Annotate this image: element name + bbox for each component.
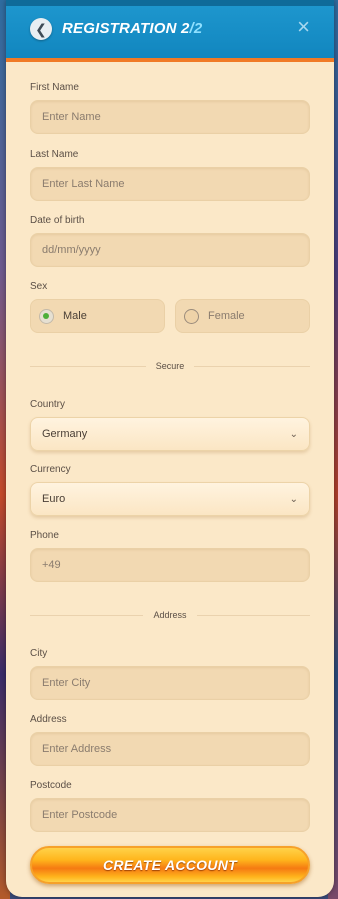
divider-line: [194, 365, 310, 367]
female-label: Female: [208, 310, 245, 322]
first-name-input[interactable]: Enter Name: [30, 100, 310, 134]
sex-label: Sex: [30, 281, 48, 292]
create-account-button[interactable]: CREATE ACCOUNT: [30, 846, 310, 884]
chevron-down-icon: ⌄: [289, 493, 298, 505]
registration-form: First Name Enter Name Last Name Enter La…: [6, 82, 334, 884]
radio-checked-icon[interactable]: [39, 308, 54, 324]
country-value: Germany: [42, 428, 88, 440]
title-step: /2: [189, 20, 203, 37]
secure-divider: Secure: [30, 361, 310, 371]
sex-option-male[interactable]: Male: [30, 299, 165, 333]
address-divider-label: Address: [153, 610, 187, 620]
country-select[interactable]: Germany ⌄: [30, 417, 310, 451]
registration-modal: ❮ REGISTRATION 2/2 × First Name Enter Na…: [6, 0, 334, 897]
postcode-input[interactable]: Enter Postcode: [30, 798, 310, 832]
modal-title: REGISTRATION 2/2: [62, 20, 202, 37]
phone-input[interactable]: +49: [30, 548, 310, 582]
divider-line: [30, 365, 146, 367]
title-text: REGISTRATION 2: [62, 20, 190, 37]
close-icon[interactable]: ×: [297, 16, 310, 38]
sex-option-female[interactable]: Female: [175, 299, 310, 333]
secure-divider-label: Secure: [155, 361, 185, 371]
address-divider: Address: [30, 610, 310, 620]
currency-label: Currency: [30, 464, 71, 475]
postcode-label: Postcode: [30, 780, 72, 791]
chevron-down-icon: ⌄: [289, 428, 298, 440]
address-label: Address: [30, 714, 67, 725]
radio-unchecked-icon[interactable]: [184, 308, 199, 324]
modal-header: ❮ REGISTRATION 2/2 ×: [6, 0, 334, 62]
sex-options: Male Female: [30, 299, 310, 333]
currency-select[interactable]: Euro ⌄: [30, 482, 310, 516]
currency-value: Euro: [42, 493, 66, 505]
city-label: City: [30, 648, 48, 659]
dob-label: Date of birth: [30, 215, 85, 226]
phone-label: Phone: [30, 530, 59, 541]
last-name-label: Last Name: [30, 149, 79, 160]
dob-input[interactable]: dd/mm/yyyy: [30, 233, 310, 267]
last-name-input[interactable]: Enter Last Name: [30, 167, 310, 201]
address-input[interactable]: Enter Address: [30, 732, 310, 766]
country-label: Country: [30, 399, 66, 410]
first-name-label: First Name: [30, 82, 79, 93]
back-arrow-icon[interactable]: ❮: [30, 18, 52, 40]
city-input[interactable]: Enter City: [30, 666, 310, 700]
divider-line: [196, 614, 310, 616]
divider-line: [30, 614, 144, 616]
male-label: Male: [63, 310, 87, 322]
